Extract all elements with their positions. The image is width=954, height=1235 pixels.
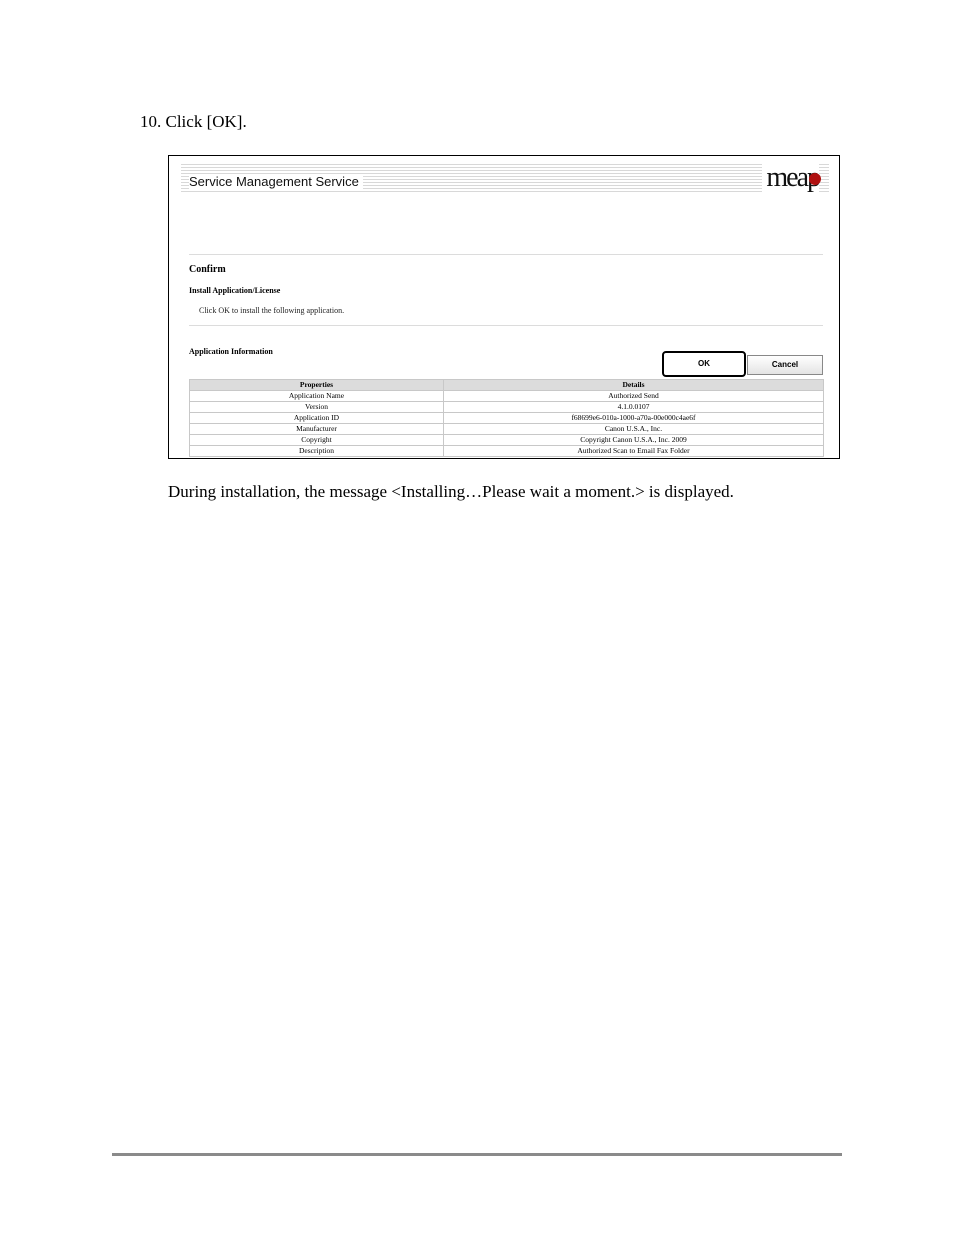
- property-cell: Application Name: [189, 390, 444, 402]
- detail-cell: Copyright Canon U.S.A., Inc. 2009: [443, 434, 824, 446]
- property-cell: Application ID: [189, 412, 444, 424]
- window-title: Service Management Service: [189, 174, 363, 189]
- detail-cell: f68699e6-010a-1000-a70a-00e000c4ae6f: [443, 412, 824, 424]
- property-cell: Copyright: [189, 434, 444, 446]
- divider: [189, 254, 823, 255]
- step-instruction: 10. Click [OK].: [140, 112, 247, 131]
- detail-cell: Canon U.S.A., Inc.: [443, 423, 824, 435]
- table-row: Version 4.1.0.0107: [189, 401, 824, 413]
- header-details: Details: [443, 379, 824, 391]
- property-cell: Manufacturer: [189, 423, 444, 435]
- property-cell: Version: [189, 401, 444, 413]
- ok-button[interactable]: OK: [662, 351, 746, 377]
- property-cell: Description: [189, 445, 444, 457]
- section-title: Confirm: [189, 264, 226, 275]
- window-header: Service Management Service meap: [181, 162, 829, 194]
- table-row: Copyright Copyright Canon U.S.A., Inc. 2…: [189, 434, 824, 446]
- table-row: Manufacturer Canon U.S.A., Inc.: [189, 423, 824, 435]
- header-properties: Properties: [189, 379, 444, 391]
- detail-cell: Authorized Send: [443, 390, 824, 402]
- installation-note: During installation, the message <Instal…: [168, 482, 734, 501]
- application-info-table: Properties Details Application Name Auth…: [189, 379, 824, 457]
- table-header-row: Properties Details: [189, 379, 824, 391]
- instruction-text: Click OK to install the following applic…: [199, 306, 345, 315]
- logo-dot-icon: [809, 173, 821, 185]
- cancel-button[interactable]: Cancel: [747, 355, 823, 375]
- detail-cell: Authorized Scan to Email Fax Folder: [443, 445, 824, 457]
- footer-rule: [112, 1153, 842, 1156]
- table-row: Application Name Authorized Send: [189, 390, 824, 402]
- meap-logo: meap: [762, 162, 821, 194]
- table-row: Application ID f68699e6-010a-1000-a70a-0…: [189, 412, 824, 424]
- detail-cell: 4.1.0.0107: [443, 401, 824, 413]
- subsection-title: Install Application/License: [189, 286, 281, 295]
- divider: [189, 325, 823, 326]
- table-row: Description Authorized Scan to Email Fax…: [189, 445, 824, 457]
- screenshot-window: Service Management Service meap Confirm …: [168, 155, 840, 459]
- info-title: Application Information: [189, 347, 273, 356]
